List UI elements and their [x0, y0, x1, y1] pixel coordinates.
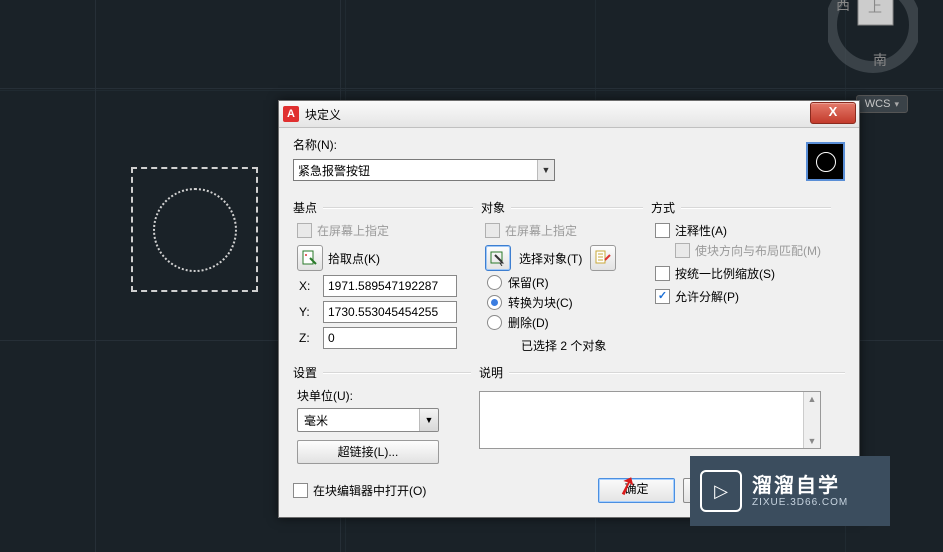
chevron-down-icon[interactable]: ▼	[537, 160, 554, 180]
z-label: Z:	[299, 331, 315, 345]
quick-select-button[interactable]	[590, 245, 616, 271]
watermark-brand: 溜溜自学	[752, 475, 848, 497]
name-label: 名称(N):	[293, 136, 337, 153]
block-name-combo[interactable]: ▼	[293, 159, 555, 181]
scrollbar[interactable]: ▲ ▼	[803, 392, 820, 448]
selected-count: 已选择 2 个对象	[521, 337, 643, 354]
open-in-editor-checkbox[interactable]	[293, 483, 308, 498]
objects-onscreen-label: 在屏幕上指定	[505, 222, 577, 239]
dialog-titlebar[interactable]: A 块定义 X	[279, 101, 859, 128]
convert-label: 转换为块(C)	[508, 294, 573, 311]
scale-uniform-checkbox[interactable]	[655, 266, 670, 281]
play-icon: ▷	[700, 470, 742, 512]
autocad-icon: A	[283, 106, 299, 122]
basepoint-title: 基点	[293, 199, 317, 216]
x-input[interactable]	[323, 275, 457, 297]
delete-radio[interactable]	[487, 315, 502, 330]
objects-onscreen-checkbox	[485, 223, 500, 238]
unit-combo[interactable]: 毫米 ▼	[297, 408, 439, 432]
delete-label: 删除(D)	[508, 314, 549, 331]
annotative-checkbox[interactable]	[655, 223, 670, 238]
watermark: ▷ 溜溜自学 ZIXUE.3D66.COM	[690, 456, 890, 526]
scroll-up-icon[interactable]: ▲	[804, 392, 820, 406]
objects-title: 对象	[481, 199, 505, 216]
basepoint-onscreen-checkbox	[297, 223, 312, 238]
x-label: X:	[299, 279, 315, 293]
select-objects-label: 选择对象(T)	[519, 250, 582, 267]
preview-circle-icon	[816, 152, 836, 172]
retain-radio[interactable]	[487, 275, 502, 290]
basepoint-onscreen-label: 在屏幕上指定	[317, 222, 389, 239]
open-in-editor-label: 在块编辑器中打开(O)	[313, 482, 426, 499]
objects-panel: 对象 在屏幕上指定 选择对象(T) 保留(R)	[481, 189, 643, 354]
scroll-down-icon[interactable]: ▼	[804, 434, 820, 448]
block-preview	[806, 142, 845, 181]
allow-explode-checkbox[interactable]	[655, 289, 670, 304]
watermark-url: ZIXUE.3D66.COM	[752, 497, 848, 508]
unit-value: 毫米	[298, 409, 419, 431]
convert-radio[interactable]	[487, 295, 502, 310]
match-orient-checkbox	[675, 243, 690, 258]
select-objects-button[interactable]	[485, 245, 511, 271]
settings-title: 设置	[293, 364, 317, 381]
pick-point-label: 拾取点(K)	[328, 250, 380, 267]
block-name-input[interactable]	[294, 160, 537, 180]
dialog-title: 块定义	[305, 106, 341, 123]
basepoint-panel: 基点 在屏幕上指定 拾取点(K) X: Y:	[293, 189, 473, 354]
description-textarea[interactable]: ▲ ▼	[479, 391, 821, 449]
hyperlink-button[interactable]: 超链接(L)...	[297, 440, 439, 464]
match-orient-label: 使块方向与布局匹配(M)	[695, 242, 821, 259]
selected-circle	[153, 188, 237, 272]
y-input[interactable]	[323, 301, 457, 323]
behavior-title: 方式	[651, 199, 675, 216]
retain-label: 保留(R)	[508, 274, 549, 291]
annotative-label: 注释性(A)	[675, 222, 727, 239]
z-input[interactable]	[323, 327, 457, 349]
wcs-dropdown[interactable]: WCS	[856, 95, 908, 113]
unit-label: 块单位(U):	[297, 387, 471, 404]
close-button[interactable]: X	[810, 102, 856, 124]
description-title: 说明	[479, 364, 503, 381]
scale-uniform-label: 按统一比例缩放(S)	[675, 265, 775, 282]
pick-point-button[interactable]	[297, 245, 323, 271]
chevron-down-icon[interactable]: ▼	[419, 409, 438, 431]
behavior-panel: 方式 注释性(A) 使块方向与布局匹配(M) 按统一比例缩放(S) 允许分解(P…	[651, 189, 831, 354]
y-label: Y:	[299, 305, 315, 319]
allow-explode-label: 允许分解(P)	[675, 288, 739, 305]
